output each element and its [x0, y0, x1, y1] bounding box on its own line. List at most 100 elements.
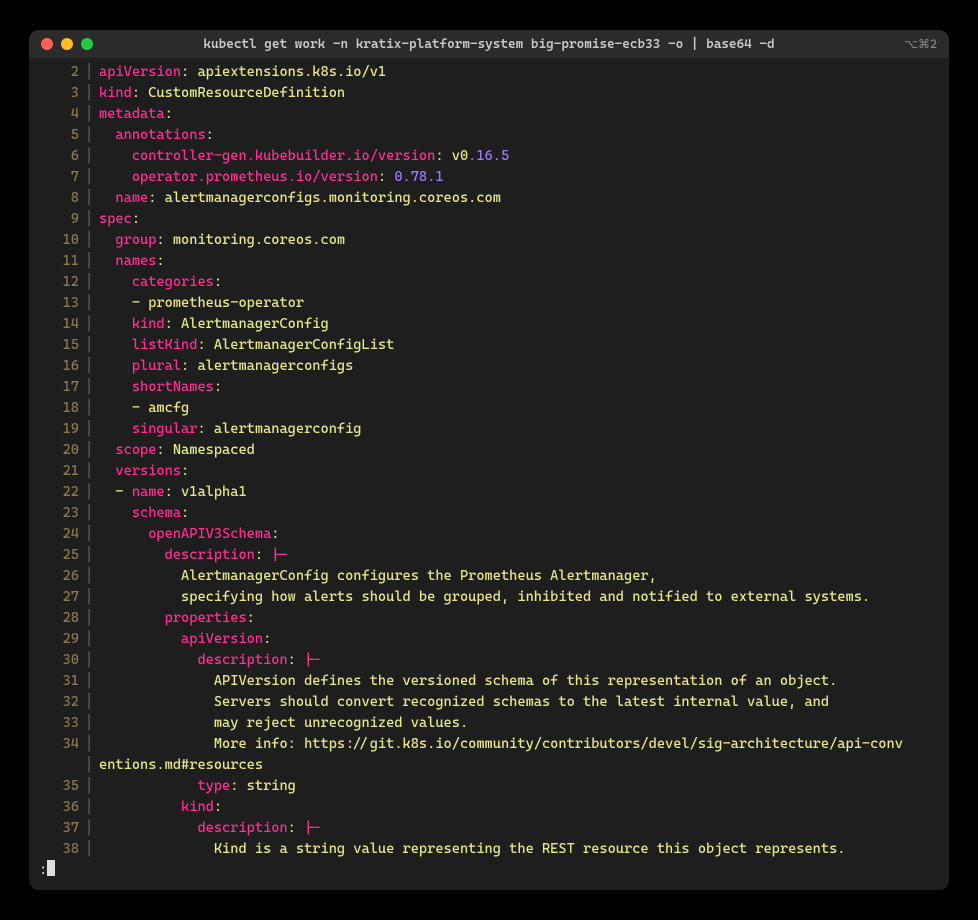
prompt-prefix: : [39, 862, 47, 878]
gutter-separator: │ [85, 629, 99, 650]
gutter-separator: │ [85, 335, 99, 356]
line-number: 29 [29, 629, 85, 650]
line-number: 25 [29, 545, 85, 566]
line-number: 12 [29, 272, 85, 293]
line-number: 5 [29, 125, 85, 146]
zoom-icon[interactable] [81, 38, 93, 50]
code-text: specifying how alerts should be grouped,… [99, 587, 949, 608]
gutter-separator: │ [85, 440, 99, 461]
code-line: 33│ may reject unrecognized values. [29, 713, 949, 734]
line-number: 4 [29, 104, 85, 125]
code-line: 24│ openAPIV3Schema: [29, 524, 949, 545]
gutter-separator: │ [85, 839, 99, 860]
terminal-content[interactable]: 2│apiVersion: apiextensions.k8s.io/v13│k… [29, 58, 949, 890]
minimize-icon[interactable] [61, 38, 73, 50]
code-line: 8│ name: alertmanagerconfigs.monitoring.… [29, 188, 949, 209]
gutter-separator: │ [85, 587, 99, 608]
code-text: controller-gen.kubebuilder.io/version: v… [99, 146, 949, 167]
line-number: 16 [29, 356, 85, 377]
titlebar: kubectl get work -n kratix-platform-syst… [29, 30, 949, 58]
code-line: 3│kind: CustomResourceDefinition [29, 83, 949, 104]
line-number: 23 [29, 503, 85, 524]
code-text: versions: [99, 461, 949, 482]
code-text: apiVersion: [99, 629, 949, 650]
gutter-separator: │ [85, 797, 99, 818]
close-icon[interactable] [41, 38, 53, 50]
code-line: 27│ specifying how alerts should be grou… [29, 587, 949, 608]
code-line: 13│ - prometheus-operator [29, 293, 949, 314]
line-number: 6 [29, 146, 85, 167]
gutter-separator: │ [85, 314, 99, 335]
gutter-separator: │ [85, 545, 99, 566]
line-number: 14 [29, 314, 85, 335]
code-text: kind: AlertmanagerConfig [99, 314, 949, 335]
window-title: kubectl get work -n kratix-platform-syst… [29, 37, 949, 52]
line-number: 20 [29, 440, 85, 461]
code-line: 21│ versions: [29, 461, 949, 482]
code-text: Servers should convert recognized schema… [99, 692, 949, 713]
code-line: 19│ singular: alertmanagerconfig [29, 419, 949, 440]
code-text: scope: Namespaced [99, 440, 949, 461]
gutter-separator: │ [85, 209, 99, 230]
code-text: shortNames: [99, 377, 949, 398]
gutter-separator: │ [85, 524, 99, 545]
line-number: 15 [29, 335, 85, 356]
gutter-separator: │ [85, 419, 99, 440]
code-text: categories: [99, 272, 949, 293]
line-number: 33 [29, 713, 85, 734]
gutter-separator: │ [85, 776, 99, 797]
pager-prompt[interactable]: : [29, 860, 949, 884]
gutter-separator: │ [85, 482, 99, 503]
code-line: 14│ kind: AlertmanagerConfig [29, 314, 949, 335]
line-number: 32 [29, 692, 85, 713]
gutter-separator: │ [85, 188, 99, 209]
code-line: 36│ kind: [29, 797, 949, 818]
line-number: 21 [29, 461, 85, 482]
titlebar-shortcut: ⌥⌘2 [904, 37, 937, 51]
code-line: 30│ description: |- [29, 650, 949, 671]
code-line: 5│ annotations: [29, 125, 949, 146]
code-line: 4│metadata: [29, 104, 949, 125]
code-text: kind: CustomResourceDefinition [99, 83, 949, 104]
gutter-separator: │ [85, 503, 99, 524]
line-number: 3 [29, 83, 85, 104]
line-number: 8 [29, 188, 85, 209]
code-line: 32│ Servers should convert recognized sc… [29, 692, 949, 713]
gutter-separator: │ [85, 104, 99, 125]
code-text: annotations: [99, 125, 949, 146]
code-text: schema: [99, 503, 949, 524]
code-text: spec: [99, 209, 949, 230]
gutter-separator: │ [85, 293, 99, 314]
line-number: 19 [29, 419, 85, 440]
code-text: apiVersion: apiextensions.k8s.io/v1 [99, 62, 949, 83]
line-number: 28 [29, 608, 85, 629]
gutter-separator: │ [85, 230, 99, 251]
code-text: openAPIV3Schema: [99, 524, 949, 545]
gutter-separator: │ [85, 608, 99, 629]
gutter-separator: │ [85, 692, 99, 713]
line-number: 31 [29, 671, 85, 692]
line-number: 37 [29, 818, 85, 839]
gutter-separator: │ [85, 734, 99, 755]
line-number: 24 [29, 524, 85, 545]
code-line: 2│apiVersion: apiextensions.k8s.io/v1 [29, 62, 949, 83]
code-text: type: string [99, 776, 949, 797]
code-line: 28│ properties: [29, 608, 949, 629]
code-line: 25│ description: |- [29, 545, 949, 566]
code-text: Kind is a string value representing the … [99, 839, 949, 860]
line-number: 35 [29, 776, 85, 797]
code-line: 35│ type: string [29, 776, 949, 797]
line-number: 34 [29, 734, 85, 755]
line-number: 27 [29, 587, 85, 608]
code-text: description: |- [99, 818, 949, 839]
code-line-wrap: │entions.md#resources [29, 755, 949, 776]
code-line: 18│ - amcfg [29, 398, 949, 419]
code-line: 11│ names: [29, 251, 949, 272]
line-number: 13 [29, 293, 85, 314]
gutter-separator: │ [85, 671, 99, 692]
code-line: 37│ description: |- [29, 818, 949, 839]
code-text: listKind: AlertmanagerConfigList [99, 335, 949, 356]
gutter-separator: │ [85, 377, 99, 398]
line-number: 11 [29, 251, 85, 272]
code-text: plural: alertmanagerconfigs [99, 356, 949, 377]
